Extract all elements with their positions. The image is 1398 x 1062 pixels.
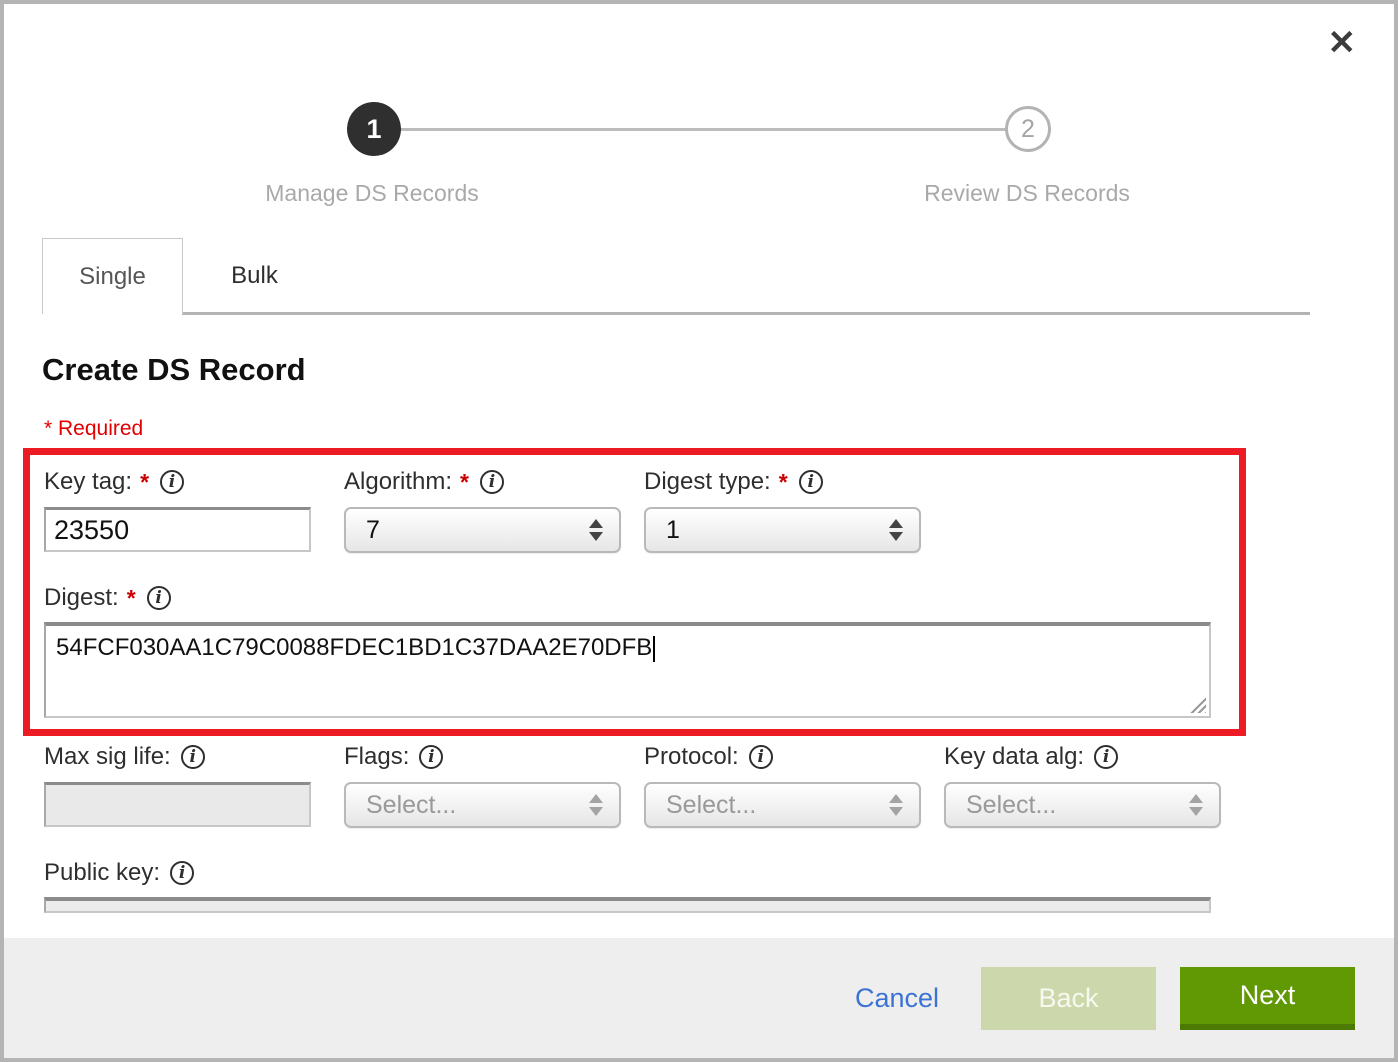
back-button[interactable]: Back: [981, 967, 1156, 1030]
digest-textarea[interactable]: 54FCF030AA1C79C0088FDEC1BD1C37DAA2E70DFB: [44, 622, 1211, 718]
public-key-label-text: Public key:: [44, 859, 160, 887]
create-ds-record-dialog: ✕ 1 2 Manage DS Records Review DS Record…: [0, 0, 1398, 1062]
info-icon[interactable]: i: [799, 470, 823, 494]
key-tag-input[interactable]: [44, 507, 311, 552]
info-icon[interactable]: i: [1094, 745, 1118, 769]
text-cursor: [653, 636, 655, 662]
digest-type-select[interactable]: 1: [644, 507, 921, 553]
tab-single[interactable]: Single: [42, 238, 183, 314]
digest-type-field-group: Digest type: * i 1: [644, 468, 921, 553]
digest-type-select-value: 1: [666, 516, 680, 545]
digest-label-text: Digest:: [44, 584, 119, 612]
flags-label: Flags: i: [344, 743, 621, 771]
public-key-label: Public key: i: [44, 859, 1211, 887]
digest-label: Digest: * i: [44, 584, 1211, 612]
protocol-label: Protocol: i: [644, 743, 921, 771]
max-sig-life-label-text: Max sig life:: [44, 743, 171, 771]
algorithm-field-group: Algorithm: * i 7: [344, 468, 621, 553]
required-asterisk: *: [460, 469, 469, 496]
key-tag-field-group: Key tag: * i: [44, 468, 311, 552]
public-key-field-group: Public key: i: [44, 859, 1211, 913]
select-arrows-icon: [1189, 794, 1203, 816]
key-data-alg-label: Key data alg: i: [944, 743, 1221, 771]
cancel-button[interactable]: Cancel: [855, 983, 939, 1014]
flags-select[interactable]: Select...: [344, 782, 621, 828]
flags-select-value: Select...: [366, 791, 456, 820]
flags-field-group: Flags: i Select...: [344, 743, 621, 828]
close-icon[interactable]: ✕: [1328, 26, 1357, 60]
info-icon[interactable]: i: [147, 586, 171, 610]
info-icon[interactable]: i: [160, 470, 184, 494]
digest-type-label-text: Digest type:: [644, 468, 771, 496]
digest-value: 54FCF030AA1C79C0088FDEC1BD1C37DAA2E70DFB: [56, 634, 652, 661]
required-asterisk: *: [140, 469, 149, 496]
max-sig-life-label: Max sig life: i: [44, 743, 311, 771]
select-arrows-icon: [889, 519, 903, 541]
flags-label-text: Flags:: [344, 743, 409, 771]
required-asterisk: *: [127, 585, 136, 612]
stepper-step-2-label: Review DS Records: [924, 180, 1130, 207]
key-tag-label-text: Key tag:: [44, 468, 132, 496]
dialog-footer: Cancel Back Next: [4, 938, 1394, 1058]
stepper-connector-line: [398, 128, 1010, 131]
key-tag-label: Key tag: * i: [44, 468, 311, 496]
max-sig-life-input[interactable]: [44, 782, 311, 827]
select-arrows-icon: [589, 794, 603, 816]
protocol-label-text: Protocol:: [644, 743, 739, 771]
digest-field-group: Digest: * i 54FCF030AA1C79C0088FDEC1BD1C…: [44, 584, 1211, 718]
info-icon[interactable]: i: [480, 470, 504, 494]
algorithm-select-value: 7: [366, 516, 380, 545]
info-icon[interactable]: i: [419, 745, 443, 769]
resize-grip-icon[interactable]: [1189, 696, 1206, 713]
tab-bulk[interactable]: Bulk: [183, 238, 326, 314]
required-note: * Required: [44, 417, 143, 441]
tab-bottom-border: [182, 312, 1310, 315]
stepper-step-2-circle: 2: [1005, 106, 1051, 152]
algorithm-label: Algorithm: * i: [344, 468, 621, 496]
next-button[interactable]: Next: [1180, 967, 1355, 1030]
key-data-alg-field-group: Key data alg: i Select...: [944, 743, 1221, 828]
protocol-select[interactable]: Select...: [644, 782, 921, 828]
public-key-textarea[interactable]: [44, 897, 1211, 913]
info-icon[interactable]: i: [749, 745, 773, 769]
required-asterisk: *: [779, 469, 788, 496]
key-data-alg-select[interactable]: Select...: [944, 782, 1221, 828]
stepper-step-1-label: Manage DS Records: [265, 180, 479, 207]
info-icon[interactable]: i: [170, 861, 194, 885]
select-arrows-icon: [589, 519, 603, 541]
key-data-alg-select-value: Select...: [966, 791, 1056, 820]
protocol-field-group: Protocol: i Select...: [644, 743, 921, 828]
info-icon[interactable]: i: [181, 745, 205, 769]
key-data-alg-label-text: Key data alg:: [944, 743, 1084, 771]
algorithm-label-text: Algorithm:: [344, 468, 452, 496]
select-arrows-icon: [889, 794, 903, 816]
algorithm-select[interactable]: 7: [344, 507, 621, 553]
digest-type-label: Digest type: * i: [644, 468, 921, 496]
page-title: Create DS Record: [42, 352, 306, 388]
stepper-step-1-circle: 1: [347, 102, 401, 156]
max-sig-life-field-group: Max sig life: i: [44, 743, 311, 827]
protocol-select-value: Select...: [666, 791, 756, 820]
